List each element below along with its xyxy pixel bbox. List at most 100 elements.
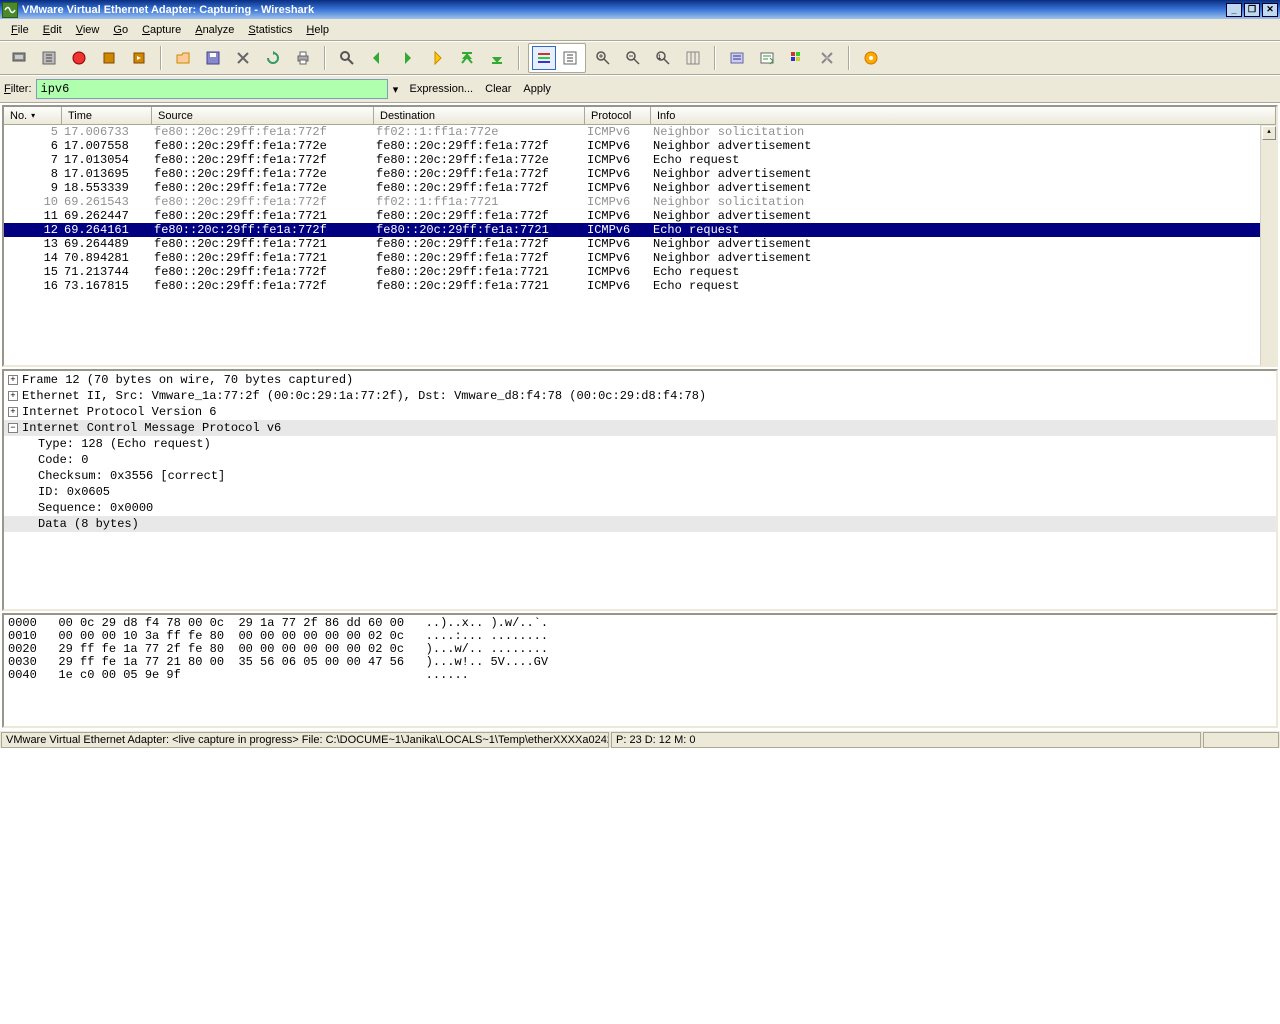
packet-details-tree[interactable]: +Frame 12 (70 bytes on wire, 70 bytes ca… — [4, 371, 1276, 609]
packet-list-body[interactable]: 517.006733fe80::20c:29ff:fe1a:772fff02::… — [4, 125, 1276, 365]
window-title: VMware Virtual Ethernet Adapter: Capturi… — [22, 4, 1224, 16]
coloring-rules-icon[interactable] — [785, 46, 809, 70]
go-back-icon[interactable] — [365, 46, 389, 70]
window-titlebar: VMware Virtual Ethernet Adapter: Capturi… — [0, 0, 1280, 19]
tree-node-ipv6[interactable]: +Internet Protocol Version 6 — [4, 404, 1276, 420]
menu-go[interactable]: Go — [106, 22, 135, 38]
print-icon[interactable] — [291, 46, 315, 70]
filter-toolbar: Filter: ▾ Expression... Clear Apply — [0, 75, 1280, 103]
colorize-group — [528, 43, 586, 73]
column-header-no[interactable]: No. ▾ — [4, 107, 62, 124]
stop-capture-icon[interactable] — [97, 46, 121, 70]
find-icon[interactable] — [335, 46, 359, 70]
packet-list-header: No. ▾ Time Source Destination Protocol I… — [4, 107, 1276, 125]
hex-dump-body[interactable]: 0000 00 0c 29 d8 f4 78 00 0c 29 1a 77 2f… — [4, 615, 1276, 726]
table-row[interactable]: 1470.894281fe80::20c:29ff:fe1a:7721fe80:… — [4, 251, 1276, 265]
go-forward-icon[interactable] — [395, 46, 419, 70]
expand-icon[interactable]: + — [8, 407, 18, 417]
main-toolbar: 1 — [0, 41, 1280, 75]
tree-leaf-checksum[interactable]: Checksum: 0x3556 [correct] — [4, 468, 1276, 484]
go-to-packet-icon[interactable] — [425, 46, 449, 70]
column-header-destination[interactable]: Destination — [374, 107, 585, 124]
menu-edit[interactable]: Edit — [36, 22, 69, 38]
save-icon[interactable] — [201, 46, 225, 70]
tree-leaf-code[interactable]: Code: 0 — [4, 452, 1276, 468]
status-packet-counts: P: 23 D: 12 M: 0 — [611, 732, 1201, 748]
status-resize-grip[interactable] — [1203, 732, 1279, 748]
expand-icon[interactable]: + — [8, 391, 18, 401]
zoom-out-icon[interactable] — [621, 46, 645, 70]
maximize-button[interactable]: ❐ — [1244, 3, 1260, 17]
filter-label: Filter: — [4, 83, 32, 95]
filter-dropdown-icon[interactable]: ▾ — [388, 83, 404, 96]
menu-analyze[interactable]: Analyze — [188, 22, 241, 38]
table-row[interactable]: 1269.264161fe80::20c:29ff:fe1a:772ffe80:… — [4, 223, 1276, 237]
minimize-button[interactable]: _ — [1226, 3, 1242, 17]
capture-filters-icon[interactable] — [725, 46, 749, 70]
table-row[interactable]: 1673.167815fe80::20c:29ff:fe1a:772ffe80:… — [4, 279, 1276, 293]
reload-icon[interactable] — [261, 46, 285, 70]
tree-node-ethernet[interactable]: +Ethernet II, Src: Vmware_1a:77:2f (00:0… — [4, 388, 1276, 404]
tree-leaf-sequence[interactable]: Sequence: 0x0000 — [4, 500, 1276, 516]
status-file-info: VMware Virtual Ethernet Adapter: <live c… — [1, 732, 609, 748]
table-row[interactable]: 918.553339fe80::20c:29ff:fe1a:772efe80::… — [4, 181, 1276, 195]
tree-node-icmpv6[interactable]: −Internet Control Message Protocol v6 — [4, 420, 1276, 436]
display-filters-icon[interactable] — [755, 46, 779, 70]
tree-node-frame[interactable]: +Frame 12 (70 bytes on wire, 70 bytes ca… — [4, 372, 1276, 388]
interfaces-icon[interactable] — [7, 46, 31, 70]
tree-leaf-type[interactable]: Type: 128 (Echo request) — [4, 436, 1276, 452]
table-row[interactable]: 1069.261543fe80::20c:29ff:fe1a:772fff02:… — [4, 195, 1276, 209]
table-row[interactable]: 517.006733fe80::20c:29ff:fe1a:772fff02::… — [4, 125, 1276, 139]
expand-icon[interactable]: + — [8, 375, 18, 385]
table-row[interactable]: 717.013054fe80::20c:29ff:fe1a:772ffe80::… — [4, 153, 1276, 167]
preferences-icon[interactable] — [815, 46, 839, 70]
start-capture-icon[interactable] — [67, 46, 91, 70]
column-header-info[interactable]: Info — [651, 107, 1276, 124]
packet-details-pane: +Frame 12 (70 bytes on wire, 70 bytes ca… — [2, 369, 1278, 611]
hex-dump-pane: 0000 00 0c 29 d8 f4 78 00 0c 29 1a 77 2f… — [2, 613, 1278, 728]
column-header-protocol[interactable]: Protocol — [585, 107, 651, 124]
help-icon[interactable] — [859, 46, 883, 70]
auto-scroll-icon[interactable] — [558, 46, 582, 70]
column-header-time[interactable]: Time — [62, 107, 152, 124]
scrollbar-vertical[interactable]: ▴ — [1260, 125, 1276, 365]
tree-leaf-data[interactable]: Data (8 bytes) — [4, 516, 1276, 532]
sort-indicator-icon: ▾ — [31, 111, 35, 120]
table-row[interactable]: 817.013695fe80::20c:29ff:fe1a:772efe80::… — [4, 167, 1276, 181]
toolbar-separator — [160, 46, 162, 70]
menu-bar: File Edit View Go Capture Analyze Statis… — [0, 19, 1280, 41]
tree-leaf-id[interactable]: ID: 0x0605 — [4, 484, 1276, 500]
open-icon[interactable] — [171, 46, 195, 70]
app-icon — [2, 2, 18, 18]
table-row[interactable]: 617.007558fe80::20c:29ff:fe1a:772efe80::… — [4, 139, 1276, 153]
table-row[interactable]: 1169.262447fe80::20c:29ff:fe1a:7721fe80:… — [4, 209, 1276, 223]
toolbar-separator — [714, 46, 716, 70]
menu-view[interactable]: View — [69, 22, 107, 38]
collapse-icon[interactable]: − — [8, 423, 18, 433]
restart-capture-icon[interactable] — [127, 46, 151, 70]
menu-file[interactable]: File — [4, 22, 36, 38]
filter-input[interactable] — [36, 79, 388, 99]
table-row[interactable]: 1571.213744fe80::20c:29ff:fe1a:772ffe80:… — [4, 265, 1276, 279]
toolbar-separator — [848, 46, 850, 70]
packet-list-pane: No. ▾ Time Source Destination Protocol I… — [2, 105, 1278, 367]
go-last-icon[interactable] — [485, 46, 509, 70]
menu-capture[interactable]: Capture — [135, 22, 188, 38]
apply-button[interactable]: Apply — [523, 83, 551, 95]
close-file-icon[interactable] — [231, 46, 255, 70]
clear-button[interactable]: Clear — [485, 83, 511, 95]
expression-button[interactable]: Expression... — [410, 83, 474, 95]
column-header-source[interactable]: Source — [152, 107, 374, 124]
options-icon[interactable] — [37, 46, 61, 70]
colorize-icon[interactable] — [532, 46, 556, 70]
close-button[interactable]: ✕ — [1262, 3, 1278, 17]
table-row[interactable]: 1369.264489fe80::20c:29ff:fe1a:7721fe80:… — [4, 237, 1276, 251]
status-bar: VMware Virtual Ethernet Adapter: <live c… — [0, 730, 1280, 748]
zoom-reset-icon[interactable]: 1 — [651, 46, 675, 70]
menu-help[interactable]: Help — [299, 22, 336, 38]
scroll-up-icon[interactable]: ▴ — [1262, 126, 1276, 140]
resize-columns-icon[interactable] — [681, 46, 705, 70]
go-first-icon[interactable] — [455, 46, 479, 70]
zoom-in-icon[interactable] — [591, 46, 615, 70]
menu-statistics[interactable]: Statistics — [241, 22, 299, 38]
